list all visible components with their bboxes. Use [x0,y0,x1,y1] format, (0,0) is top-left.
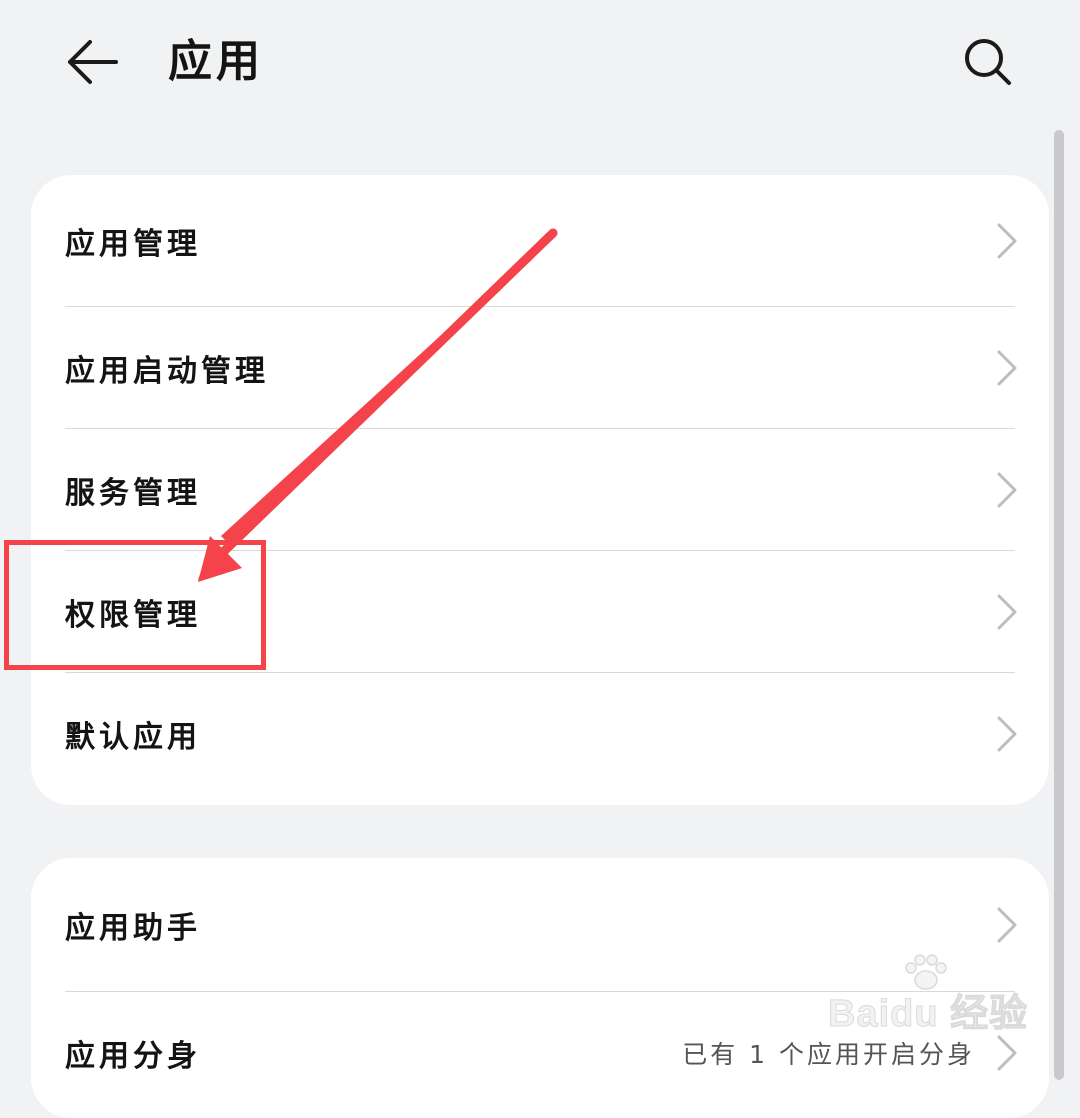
annotation-highlight-box [4,540,266,670]
watermark-text: Baidu 经验 [827,993,1029,1036]
app-header: 应用 [0,0,1080,130]
chevron-right-icon [997,716,1017,752]
list-item-label: 服务管理 [65,476,201,511]
page-title: 应用 [168,36,264,87]
scrollbar[interactable] [1054,130,1064,1080]
list-item-label: 应用助手 [65,911,201,946]
settings-card-app-management: 应用管理 应用启动管理 服务管理 权限管理 默认应用 [31,175,1049,805]
list-item-label: 应用管理 [65,227,201,262]
search-button[interactable] [956,30,1020,94]
list-item-default-apps[interactable]: 默认应用 [31,673,1049,795]
chevron-right-icon [997,472,1017,508]
chevron-right-icon [997,1035,1017,1071]
list-item-label: 默认应用 [65,720,201,755]
list-item-app-management[interactable]: 应用管理 [31,175,1049,307]
list-item-app-launch-management[interactable]: 应用启动管理 [31,307,1049,429]
list-item-value: 已有 1 个应用开启分身 [682,1040,975,1069]
list-item-label: 应用分身 [65,1039,201,1074]
list-item-label: 应用启动管理 [65,354,269,389]
back-button[interactable] [60,30,124,94]
chevron-right-icon [997,594,1017,630]
chevron-right-icon [997,907,1017,943]
chevron-right-icon [997,223,1017,259]
back-arrow-icon [68,40,118,84]
watermark-logo: Baidu 经验 [827,954,1048,1036]
chevron-right-icon [997,350,1017,386]
list-item-service-management[interactable]: 服务管理 [31,429,1049,551]
search-icon [965,39,1011,85]
